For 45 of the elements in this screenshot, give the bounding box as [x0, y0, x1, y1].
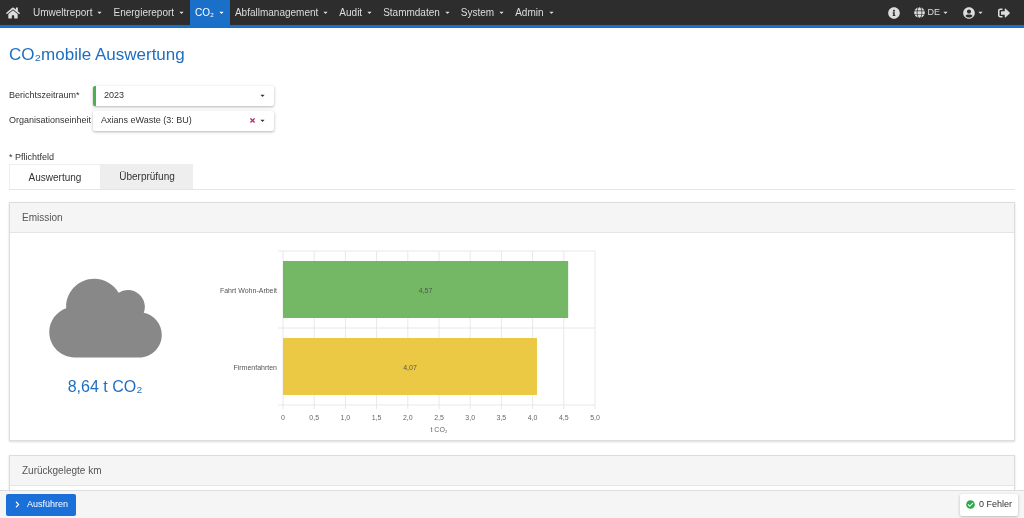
select-field[interactable]: 2023 [93, 85, 274, 106]
nav-menu-item[interactable]: Audit [334, 0, 379, 25]
tab[interactable]: Überprüfung [101, 164, 193, 189]
caret-icon [547, 9, 555, 16]
panel-title: Zurückgelegte km [22, 464, 102, 478]
check-icon [965, 500, 975, 509]
caret-icon [96, 9, 104, 16]
logout-icon[interactable] [998, 6, 1010, 19]
nav-menu-item[interactable]: Abfallmanagement [229, 0, 335, 25]
chevron-icon [14, 501, 21, 508]
nav-menu-item[interactable]: CO₂ [190, 0, 230, 25]
globe-icon [914, 7, 926, 18]
caret-icon [977, 9, 984, 16]
select-field[interactable]: Axians eWaste (3: BU) [93, 110, 274, 131]
caret-icon [443, 9, 451, 16]
nav-menu-item[interactable]: System [455, 0, 511, 25]
required-note: * Pflichtfeld [9, 150, 56, 164]
user-icon [963, 6, 975, 19]
field-label: Organisationseinheit [9, 113, 93, 127]
clear-icon[interactable] [249, 117, 256, 124]
caret-icon [498, 9, 506, 16]
user-menu[interactable] [963, 6, 984, 19]
caret-icon [322, 9, 330, 16]
home-icon[interactable] [6, 5, 20, 20]
select-value: Axians eWaste (3: BU) [101, 113, 193, 127]
caret-icon [942, 9, 949, 16]
run-button[interactable]: Ausführen [6, 493, 77, 516]
select-value: 2023 [104, 88, 126, 102]
caret-icon [366, 9, 374, 16]
panel-title: Emission [22, 211, 63, 225]
nav-menu-item[interactable]: Energiereport [108, 0, 191, 25]
caret-icon [259, 117, 266, 124]
nav-menu-item[interactable]: Umweltreport [28, 0, 109, 25]
nav-menu-item[interactable]: Stammdaten [378, 0, 456, 25]
emission-total: 8,64 t CO₂ [67, 377, 143, 397]
page-title: CO₂mobile Auswertung [9, 44, 186, 66]
caret-icon [178, 9, 186, 16]
error-status-button[interactable]: 0 Fehler [959, 493, 1018, 516]
tab[interactable]: Auswertung [9, 164, 101, 189]
language-menu[interactable]: DE [914, 5, 949, 20]
caret-icon [217, 9, 225, 16]
field-label: Berichtszeitraum* [9, 88, 81, 102]
caret-icon [259, 92, 266, 99]
nav-menu-item[interactable]: Admin [510, 0, 560, 25]
info-icon[interactable] [888, 6, 901, 19]
